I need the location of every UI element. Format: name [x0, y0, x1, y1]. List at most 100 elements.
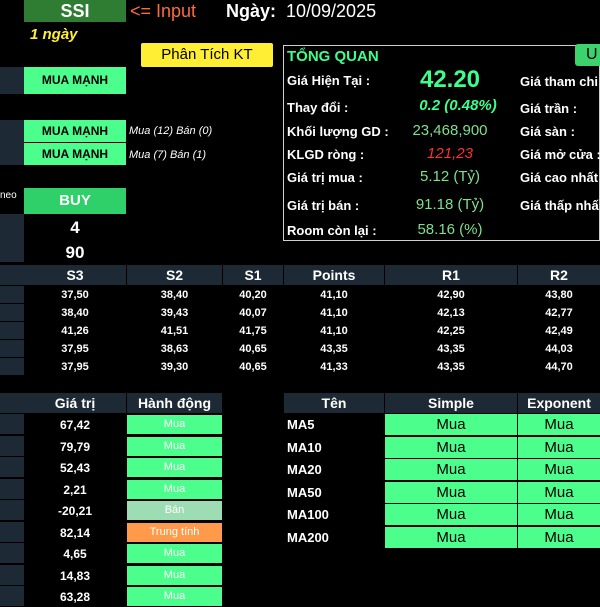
pivot-cell: 43,35: [437, 343, 465, 355]
indicator-action: Mua: [127, 587, 222, 606]
pivot-cell: 43,35: [320, 343, 348, 355]
indicator-value: 52,43: [59, 461, 91, 475]
net-volume-label: KLGD ròng :: [287, 147, 365, 162]
date-label: Ngày:: [226, 1, 277, 21]
indicator-action: Bán: [127, 501, 222, 520]
ma-name: MA5: [287, 417, 315, 432]
pivot-cell: 41,75: [239, 325, 267, 337]
pivot-cell: 41,10: [320, 289, 348, 301]
pivot-header-s2: S2: [127, 265, 222, 285]
ma-header-exponential: Exponent: [518, 393, 600, 413]
ma-name: MA50: [287, 485, 322, 500]
technical-analysis-button[interactable]: Phân Tích KT: [141, 43, 273, 67]
indicator-row-spacer: [0, 565, 24, 585]
indicator-value: 14,83: [59, 569, 91, 583]
indicator-value: 4,65: [63, 547, 87, 561]
indicator-row-spacer: [0, 479, 24, 499]
signal-strong-buy-2: MUA MẠNH: [24, 120, 126, 142]
pivot-cell: 43,80: [545, 289, 573, 301]
change-label: Thay đổi :: [287, 100, 349, 115]
pivot-cell: 41,51: [160, 325, 189, 337]
ma-exponential-signal: Mua: [518, 459, 600, 480]
pivot-header-r1: R1: [385, 265, 517, 285]
pivot-cell: 39,43: [160, 307, 189, 319]
ma-simple-signal: Mua: [385, 482, 517, 503]
pivot-header-s3: S3: [24, 265, 126, 285]
pivot-cell: 40,65: [239, 343, 267, 355]
ma-exponential-signal: Mua: [518, 504, 600, 525]
ma-simple-signal: Mua: [385, 459, 517, 480]
ceiling-price-label: Giá trần :: [520, 101, 578, 116]
volume-value: 23,468,900: [412, 122, 488, 139]
ma-exponential-signal: Mua: [518, 437, 600, 458]
buy-value-label: Giá trị mua :: [287, 170, 363, 185]
indicator-action: Mua: [127, 566, 222, 585]
pivot-cell: 44,03: [545, 343, 573, 355]
indicator-row-spacer: [0, 414, 24, 434]
date-value[interactable]: 10/09/2025: [286, 0, 376, 22]
ma-header-name: Tên: [284, 393, 384, 413]
indicator-header-spacer: [0, 393, 24, 413]
pivot-cell: 42,90: [437, 289, 465, 301]
indicator-value: -20,21: [57, 504, 93, 518]
overview-title: TỔNG QUAN: [287, 48, 379, 65]
indicator-value: 2,21: [63, 483, 87, 497]
left-row-bar: [0, 214, 24, 262]
indicator-action: Mua: [127, 458, 222, 477]
indicator-value: 63,28: [59, 590, 91, 604]
left-edge-text: neo: [0, 190, 17, 201]
pivot-cell: 42,13: [437, 307, 465, 319]
current-price-label: Giá Hiện Tại :: [287, 73, 371, 88]
pivot-cell: 44,70: [545, 361, 573, 373]
period-label: 1 ngày: [30, 26, 78, 43]
buy-value-value: 5.12 (Tỷ): [419, 168, 480, 185]
pivot-row-spacer: [0, 358, 24, 375]
signal-count-3: Mua (7) Bán (1): [129, 149, 207, 161]
pivot-cell: 40,20: [239, 289, 267, 301]
pivot-cell: 42,25: [437, 325, 465, 337]
indicator-action: Mua: [127, 544, 222, 563]
ma-exponential-signal: Mua: [518, 482, 600, 503]
sell-value-label: Giá trị bán :: [287, 198, 360, 213]
pivot-row-spacer: [0, 304, 24, 321]
ma-simple-signal: Mua: [385, 504, 517, 525]
current-price-value: 42.20: [419, 66, 481, 93]
pivot-header-spacer: [0, 265, 24, 285]
signal-number-2: 90: [65, 243, 85, 262]
sell-value-value: 91.18 (Tỷ): [415, 196, 485, 213]
left-row-bar: [0, 67, 24, 94]
ticker-input[interactable]: SSI: [24, 0, 126, 22]
indicator-header-value: Giá trị: [24, 393, 126, 413]
pivot-cell: 38,40: [160, 289, 189, 301]
open-price-label: Giá mở cửa :: [520, 147, 600, 162]
ma-simple-signal: Mua: [385, 414, 517, 435]
pivot-cell: 42,77: [545, 307, 573, 319]
pivot-row-spacer: [0, 322, 24, 339]
ma-name: MA200: [287, 530, 329, 545]
floor-price-label: Giá sàn :: [520, 124, 575, 139]
indicator-row-spacer: [0, 500, 24, 520]
signal-count-2: Mua (12) Bán (0): [129, 125, 213, 137]
high-price-label: Giá cao nhất: [520, 170, 599, 185]
buy-signal: BUY: [24, 188, 126, 214]
indicator-value: 82,14: [59, 526, 91, 540]
indicator-value: 67,42: [59, 418, 91, 432]
ma-header-simple: Simple: [385, 393, 517, 413]
pivot-cell: 41,26: [61, 325, 89, 337]
pivot-header-points: Points: [284, 265, 384, 285]
pivot-cell: 40,65: [239, 361, 267, 373]
indicator-row-spacer: [0, 457, 24, 477]
pivot-cell: 37,95: [61, 343, 89, 355]
indicator-action: Mua: [127, 480, 222, 499]
indicator-value: 79,79: [59, 440, 91, 454]
ma-exponential-signal: Mua: [518, 527, 600, 548]
pivot-cell: 42,49: [545, 325, 573, 337]
pivot-cell: 37,50: [61, 289, 89, 301]
signal-number-1: 4: [70, 218, 80, 237]
overview-right-button[interactable]: U: [575, 44, 600, 66]
change-value: 0.2 (0.48%): [419, 97, 497, 114]
pivot-header-s1: S1: [223, 265, 283, 285]
indicator-action: Trung tính: [127, 523, 222, 542]
indicator-action: Mua: [127, 437, 222, 456]
ma-name: MA100: [287, 507, 329, 522]
